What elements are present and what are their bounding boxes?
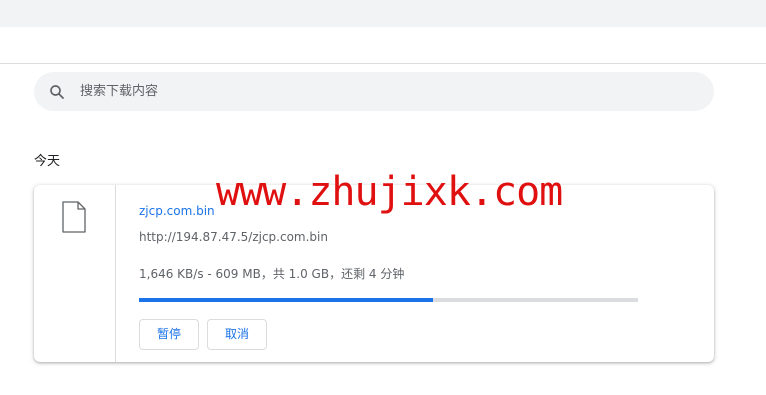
pause-button[interactable]: 暂停 (139, 319, 199, 350)
header-divider (0, 63, 766, 64)
search-icon (50, 85, 64, 99)
watermark-text: www.zhujixk.com (216, 169, 563, 215)
download-source-url[interactable]: http://194.87.47.5/zjcp.com.bin (139, 230, 328, 244)
download-status-text: 1,646 KB/s - 609 MB，共 1.0 GB，还剩 4 分钟 (139, 267, 405, 281)
file-icon-column (34, 185, 116, 362)
search-box[interactable] (34, 72, 714, 111)
download-file-name-link[interactable]: zjcp.com.bin (139, 204, 215, 218)
top-toolbar-strip (0, 0, 766, 27)
cancel-button[interactable]: 取消 (207, 319, 267, 350)
download-progress-bar (139, 298, 638, 302)
date-section-heading: 今天 (34, 154, 61, 169)
search-input[interactable] (80, 72, 680, 111)
file-icon (62, 201, 86, 233)
download-progress-fill (139, 298, 434, 302)
